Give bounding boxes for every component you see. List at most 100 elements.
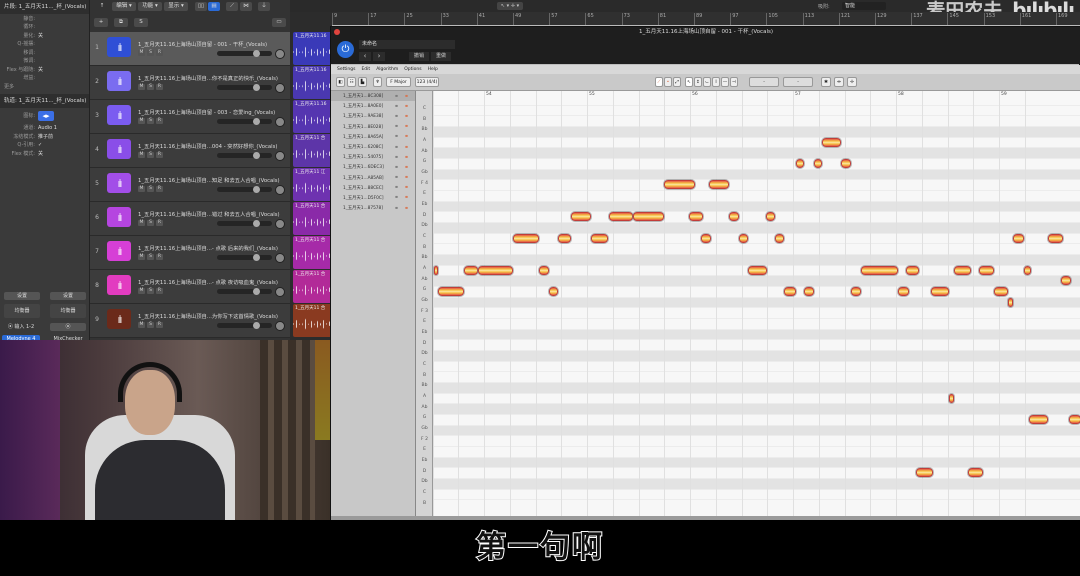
volume-slider[interactable] xyxy=(217,220,272,227)
more-section[interactable]: 更多 xyxy=(0,82,89,91)
blob-list-item[interactable]: 1_五月天1...87578] ⚭ ⚭ xyxy=(331,203,415,213)
note-blob[interactable] xyxy=(795,157,806,169)
audio-region[interactable]: 1_五月天11 合 xyxy=(293,236,333,269)
preset-next-button[interactable]: › xyxy=(373,52,385,61)
volume-knob[interactable] xyxy=(253,322,260,329)
pitch-drift-icon[interactable]: ⌙ xyxy=(703,77,711,87)
edit-link-icon[interactable]: ⚭ xyxy=(404,205,409,212)
note-blob[interactable] xyxy=(782,285,798,297)
link-icon[interactable]: ⚭ xyxy=(394,164,399,171)
note-blob[interactable] xyxy=(992,285,1010,297)
waveform-icon[interactable]: ◂▸ xyxy=(38,110,54,121)
note-blob[interactable] xyxy=(840,157,852,169)
link-icon[interactable]: ⚭ xyxy=(394,154,399,161)
inspector-row[interactable]: Q-摇摆: xyxy=(0,40,89,49)
amplitude-tool-icon[interactable]: — xyxy=(721,77,729,87)
inspector-row[interactable]: Flex 模式: 关 xyxy=(0,149,89,158)
mute-button[interactable]: M xyxy=(138,84,145,90)
volume-knob[interactable] xyxy=(253,152,260,159)
track-inspector-header[interactable]: 轨道: 1_五月天11..._杯_(Vocals) xyxy=(0,93,89,108)
note-blob[interactable] xyxy=(476,264,514,276)
record-button[interactable]: R xyxy=(156,220,163,226)
track-view-icon[interactable]: ▤ xyxy=(208,2,220,11)
volume-knob[interactable] xyxy=(253,288,260,295)
note-blob[interactable] xyxy=(433,264,439,276)
param-value[interactable]: 推子前 xyxy=(38,133,53,140)
note-blob[interactable] xyxy=(632,211,666,223)
edit-link-icon[interactable]: ⚭ xyxy=(404,103,409,110)
record-button[interactable]: R xyxy=(156,322,163,328)
pointer-tool-menu[interactable]: ↖ ▾ ✛ ▾ xyxy=(497,2,523,10)
mute-button[interactable]: M xyxy=(138,288,145,294)
volume-knob[interactable] xyxy=(253,50,260,57)
volume-knob[interactable] xyxy=(253,118,260,125)
region-inspector-header[interactable]: 片段: 1_五月天11..._杯_(Vocals) xyxy=(0,0,89,14)
global-tracks-icon[interactable]: ▭ xyxy=(272,18,286,27)
solo-button[interactable]: S xyxy=(147,254,154,260)
blob-list-item[interactable]: 1_五月天1...8A65A] ⚭ ⚭ xyxy=(331,132,415,142)
redo-button[interactable]: 重做 xyxy=(431,52,451,61)
note-blob[interactable] xyxy=(1068,413,1080,425)
note-blob[interactable] xyxy=(978,264,995,276)
audio-region[interactable]: 1_五月天11 合 xyxy=(293,202,333,235)
note-blob[interactable] xyxy=(1027,413,1050,425)
audio-region[interactable]: 1_五月天11.16 xyxy=(293,32,333,65)
note-blob[interactable] xyxy=(897,285,911,297)
record-button[interactable]: R xyxy=(156,118,163,124)
track-header[interactable]: 4 ılı 1_五月天11.16上海场山顶自...004 - 突然好想你_(Voca… xyxy=(90,134,290,168)
value-field-1[interactable]: - xyxy=(749,77,779,87)
solo-button[interactable]: S xyxy=(147,288,154,294)
key-scale-button[interactable]: F Major xyxy=(386,77,411,87)
input-selector[interactable]: ⦿ 输入 1-2 xyxy=(2,323,40,331)
blob-list-item[interactable]: 1_五月天1...D5F0C] ⚭ ⚭ xyxy=(331,193,415,203)
mute-button[interactable]: M xyxy=(138,50,145,56)
note-blob[interactable] xyxy=(537,264,550,276)
param-value[interactable]: Audio 1 xyxy=(38,125,57,131)
tuning-fork-icon[interactable]: ♆ xyxy=(373,77,382,87)
value-field-2[interactable]: - xyxy=(783,77,813,87)
edit-link-icon[interactable]: ⚭ xyxy=(404,93,409,100)
note-blob[interactable] xyxy=(1007,296,1015,308)
note-blob[interactable] xyxy=(663,179,697,191)
flex-icon[interactable]: ⋈ xyxy=(240,2,252,11)
link-icon[interactable]: ⚭ xyxy=(394,194,399,201)
undo-button[interactable]: 撤销 xyxy=(409,52,429,61)
pan-knob[interactable] xyxy=(275,185,285,195)
pan-knob[interactable] xyxy=(275,287,285,297)
note-blob[interactable] xyxy=(687,211,705,223)
preset-select[interactable]: 未命名 xyxy=(359,40,455,49)
pan-knob[interactable] xyxy=(275,321,285,331)
track-header[interactable]: 2 ılı 1_五月天11.16上海场山顶自...你不是真正的快乐_(Vocals)… xyxy=(90,66,290,100)
note-editor-grid[interactable]: 54 55 56 57 58 59 xyxy=(433,91,1080,516)
track-name[interactable]: 1_五月天11.16上海场山顶自...你不是真正的快乐_(Vocals) xyxy=(138,74,278,82)
add-track-button[interactable]: + xyxy=(94,18,108,27)
note-blob[interactable] xyxy=(738,232,749,244)
preset-prev-button[interactable]: ‹ xyxy=(359,52,371,61)
volume-slider[interactable] xyxy=(217,288,272,295)
mute-button[interactable]: M xyxy=(138,254,145,260)
note-blob[interactable] xyxy=(1012,232,1025,244)
note-blob[interactable] xyxy=(700,232,712,244)
note-blob[interactable] xyxy=(569,211,593,223)
eq-button-left[interactable]: 均衡器 xyxy=(4,304,40,318)
track-header[interactable]: 7 ılı 1_五月天11.16上海场山顶自...- 点歌 后来的我们_(Vocal… xyxy=(90,236,290,270)
eq-button-right[interactable]: 均衡器 xyxy=(50,304,86,318)
grid-setting-button[interactable]: 123 (4/4) xyxy=(415,77,439,87)
mute-button[interactable]: M xyxy=(138,220,145,226)
track-header[interactable]: 1 ılı 1_五月天11.16上海场山顶自留 - 001 - 干杯_(Vocals… xyxy=(90,32,290,66)
solo-button[interactable]: S xyxy=(147,118,154,124)
note-blob[interactable] xyxy=(774,232,785,244)
blob-list-item[interactable]: 1_五月天1...88CEC] ⚭ ⚭ xyxy=(331,183,415,193)
pan-knob[interactable] xyxy=(275,151,285,161)
track-name[interactable]: 1_五月天11.16上海场山顶自...为你写下这首情歌_(Vocals) xyxy=(138,312,278,320)
list-view-icon[interactable]: ▯▯ xyxy=(195,2,207,11)
note-list-icon[interactable]: ☷ xyxy=(347,77,356,87)
note-blob[interactable] xyxy=(803,285,815,297)
close-icon[interactable] xyxy=(334,29,340,35)
edit-link-icon[interactable]: ⚭ xyxy=(404,184,409,191)
menu-help[interactable]: Help xyxy=(428,65,438,74)
track-header[interactable]: 5 ılı 1_五月天11.16上海场山顶自...知足 和去五人合唱_(Vocals… xyxy=(90,168,290,202)
global-solo-button[interactable]: S xyxy=(134,18,148,27)
menu-algorithm[interactable]: Algorithm xyxy=(376,65,398,74)
timeline-ruler[interactable]: 9 17 25 33 41 49 57 65 73 81 89 97 105 113 121 129 137 14… xyxy=(330,12,1080,26)
